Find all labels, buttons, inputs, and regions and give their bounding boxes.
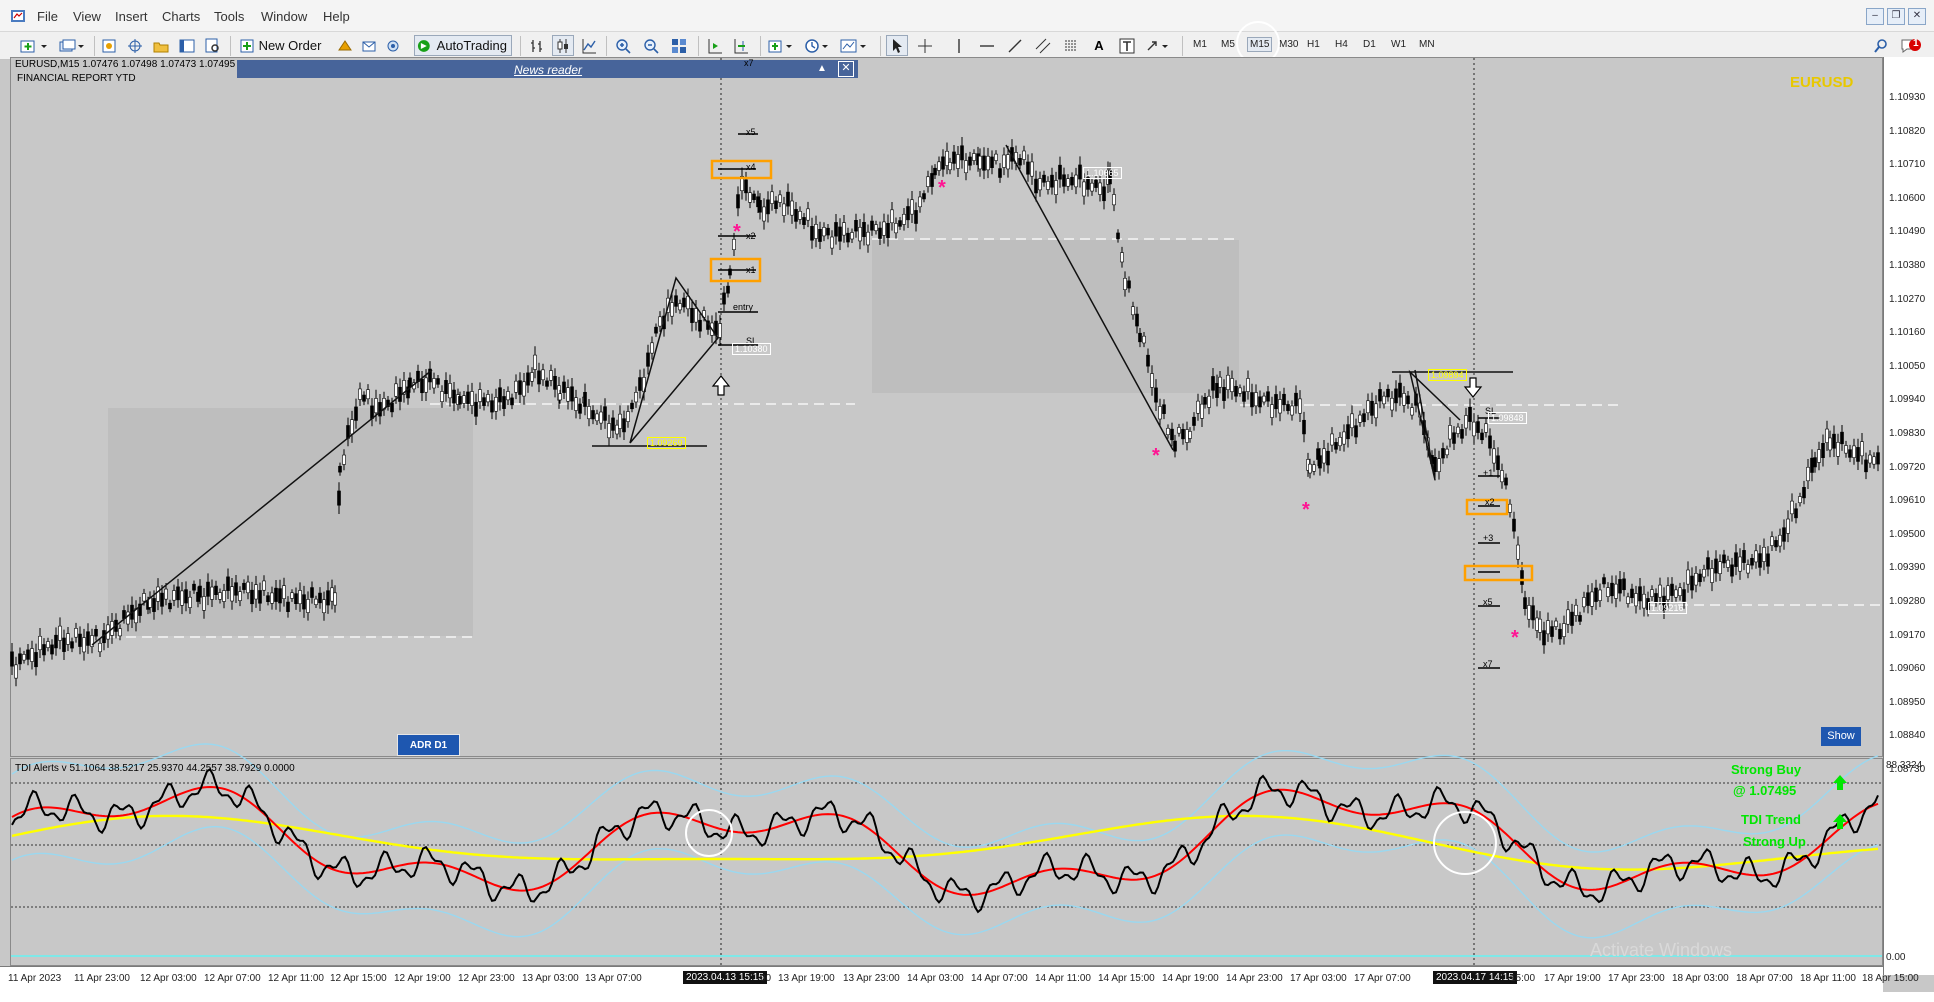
time-axis-label: 11 Apr 23:00 xyxy=(74,973,130,984)
price-axis-label: 1.10820 xyxy=(1889,125,1926,137)
activate-windows-watermark: Activate Windows xyxy=(1590,940,1733,960)
price-axis-label: 1.10380 xyxy=(1889,260,1926,271)
price-axis-label: 1.10160 xyxy=(1889,327,1926,339)
level-label: x2 xyxy=(746,231,756,241)
collapse-triangle-icon[interactable]: ▲ xyxy=(817,63,827,74)
cursor-time-label-1: 2023.04.13 15:15 xyxy=(683,971,767,984)
level-label: x2 xyxy=(1485,497,1495,507)
time-axis-label: 12 Apr 11:00 xyxy=(268,973,324,984)
level-label: x5 xyxy=(746,127,756,137)
symbol-watermark: EURUSD xyxy=(1790,74,1854,91)
price-tag: 1.09216 xyxy=(1648,602,1687,614)
news-close-icon[interactable]: ✕ xyxy=(838,61,854,77)
time-axis-label: 12 Apr 23:00 xyxy=(458,973,515,984)
news-reader-bar[interactable]: News reader ▲ ✕ xyxy=(237,60,858,78)
svg-text:*: * xyxy=(1152,445,1160,467)
show-button[interactable]: Show xyxy=(1821,727,1861,746)
signal-price: @ 1.07495 xyxy=(1733,783,1797,798)
time-axis-label: 13 Apr 07:00 xyxy=(585,973,642,984)
chart-symbol-header: EURUSD,M15 1.07476 1.07498 1.07473 1.074… xyxy=(15,59,236,70)
range-box-2 xyxy=(872,240,1239,393)
time-axis-label: 17 Apr 23:00 xyxy=(1608,973,1665,984)
price-axis-label: 1.09610 xyxy=(1889,495,1926,507)
chart-drawings: * * * * * xyxy=(10,58,1882,966)
time-axis-label: 18 Apr 07:00 xyxy=(1736,973,1793,984)
tdi-axis-bottom: 0.00 xyxy=(1886,952,1906,963)
price-tag: 1.09894 xyxy=(1428,369,1467,381)
price-axis-label: 1.10930 xyxy=(1889,92,1926,103)
level-label: x7 xyxy=(1483,659,1493,669)
price-axis-label: 1.09500 xyxy=(1889,528,1926,540)
time-axis-label: 13 Apr 23:00 xyxy=(843,973,900,984)
svg-text:*: * xyxy=(938,177,946,199)
tdi-header: TDI Alerts v 51.1064 38.5217 25.9370 44.… xyxy=(15,763,295,774)
time-axis-label: 17 Apr 03:00 xyxy=(1290,973,1347,984)
financial-report-label: FINANCIAL REPORT YTD xyxy=(17,73,136,84)
price-tag: 1.10665 xyxy=(1083,167,1122,179)
svg-text:*: * xyxy=(1302,499,1310,521)
time-axis-label: 13 Apr 19:00 xyxy=(778,973,835,984)
price-axis-label: 1.09390 xyxy=(1889,562,1926,574)
time-axis-label: 12 Apr 19:00 xyxy=(394,973,451,984)
signal-tdi-trend: TDI Trend xyxy=(1741,812,1801,827)
price-axis-label: 1.10710 xyxy=(1889,159,1926,171)
svg-text:*: * xyxy=(733,221,741,243)
cursor-time-suffix-2: 15:00 xyxy=(1510,973,1536,984)
level-label: +1 xyxy=(1483,468,1494,478)
time-axis-label: 14 Apr 19:00 xyxy=(1162,973,1219,984)
time-axis-label: 18 Apr 15:00 xyxy=(1862,973,1919,984)
time-axis-label: 12 Apr 07:00 xyxy=(204,973,261,984)
price-axis-label: 1.10050 xyxy=(1889,360,1926,372)
time-axis-label: 13 Apr 03:00 xyxy=(522,973,579,984)
level-label: x4 xyxy=(746,162,756,172)
time-axis-label: 14 Apr 07:00 xyxy=(971,973,1028,984)
price-axis-label: 1.09280 xyxy=(1889,596,1926,607)
price-axis-label: 1.09940 xyxy=(1889,394,1926,406)
level-label: x7 xyxy=(744,58,754,68)
time-axis-label: 12 Apr 03:00 xyxy=(140,973,197,984)
signal-strong-up: Strong Up xyxy=(1743,834,1806,849)
time-axis-label: 14 Apr 15:00 xyxy=(1098,973,1155,984)
adr-d1-button[interactable]: ADR D1 xyxy=(397,734,460,756)
news-reader-title[interactable]: News reader xyxy=(514,63,582,77)
price-axis-label: 1.08840 xyxy=(1889,730,1926,742)
price-tag: 1.09848 xyxy=(1488,412,1527,424)
level-label: x5 xyxy=(1483,597,1493,607)
time-axis-label: 14 Apr 11:00 xyxy=(1035,973,1091,984)
price-tag: 1.10380 xyxy=(732,343,771,355)
signal-strong-buy: Strong Buy xyxy=(1731,762,1802,777)
level-label: entry xyxy=(733,302,754,312)
price-axis-label: 1.09830 xyxy=(1889,428,1926,439)
price-axis-label: 1.10270 xyxy=(1889,293,1926,305)
price-axis-label: 1.09720 xyxy=(1889,461,1926,473)
price-axis-label: 1.10600 xyxy=(1889,192,1926,204)
price-axis-label: 1.10490 xyxy=(1889,226,1926,238)
price-axis-label: 1.09060 xyxy=(1889,663,1926,675)
cursor-time-suffix-1: 00 xyxy=(760,973,772,984)
cursor-time-label-2: 2023.04.17 14:15 xyxy=(1433,971,1517,984)
time-axis-label: 14 Apr 03:00 xyxy=(907,973,964,984)
price-tag: 1.09269 xyxy=(647,437,686,449)
time-axis-label: 18 Apr 11:00 xyxy=(1800,973,1856,984)
time-axis-label: 11 Apr 2023 xyxy=(8,973,62,984)
time-axis-label: 17 Apr 19:00 xyxy=(1544,973,1601,984)
time-axis-label: 12 Apr 15:00 xyxy=(330,973,387,984)
time-axis-label: 17 Apr 07:00 xyxy=(1354,973,1411,984)
svg-text:*: * xyxy=(1511,627,1519,649)
level-label: +3 xyxy=(1483,533,1494,543)
time-axis-label: 18 Apr 03:00 xyxy=(1672,973,1729,984)
price-axis-label: 1.09170 xyxy=(1889,629,1926,641)
level-label: x1 xyxy=(746,265,756,275)
time-axis-label: 14 Apr 23:00 xyxy=(1226,973,1283,984)
tdi-axis-top: 88.3324 xyxy=(1886,760,1923,771)
price-axis-label: 1.08950 xyxy=(1889,696,1926,708)
